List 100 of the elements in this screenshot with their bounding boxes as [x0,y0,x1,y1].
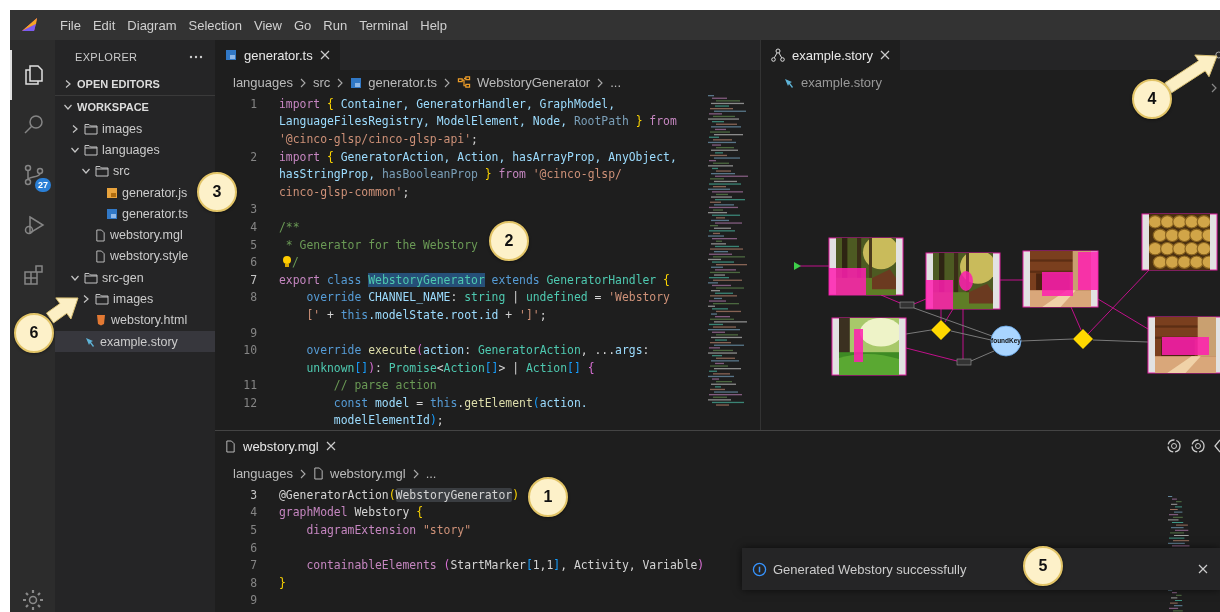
code-line: const model = this.getElement(action. [332,395,588,410]
menu-item[interactable]: View [247,17,288,33]
folder-icon [84,122,98,135]
app-logo-icon [20,17,40,33]
chevron-icon[interactable] [1210,82,1218,93]
line-number: 6 [249,540,257,555]
line-number: 7 [249,272,257,287]
breadcrumb-item[interactable]: webstory.mgl [330,466,406,481]
chevron-icon [336,77,345,88]
html-file-icon [95,314,107,327]
editor-tab[interactable]: generator.ts [215,40,340,70]
connector-line[interactable] [905,329,932,335]
breadcrumb-item[interactable]: ... [610,75,622,90]
more-icon[interactable] [189,54,203,59]
variable-node[interactable] [990,325,1022,357]
code-line: containableElements (StartMarker[1,1], Activity, Variable) [305,558,705,573]
menu-item[interactable]: Run [317,17,354,33]
scene-node[interactable] [831,317,907,376]
breadcrumb-item[interactable]: languages [233,466,293,481]
tree-item[interactable]: images [81,288,158,310]
scene-node[interactable] [1141,213,1218,271]
scene-node[interactable] [1022,250,1099,308]
breadcrumb-item[interactable]: generator.ts [368,75,437,90]
line-number: 7 [249,558,257,573]
code-line: } [279,575,286,590]
extensions-icon[interactable] [21,263,46,287]
chevron-icon[interactable] [63,102,73,112]
line-number: 9 [249,593,257,608]
code-line: cinco-glsp-common'; [279,184,410,199]
menu-item[interactable]: Edit [86,17,122,33]
info-icon [752,561,767,577]
chevron-icon [411,468,420,479]
tree-item[interactable]: generator.js [92,181,192,204]
scene-node[interactable] [1147,316,1220,374]
line-number: 1 [249,96,257,111]
connector-line[interactable] [880,294,901,304]
count-badge: 27 [35,178,51,192]
sync-icon[interactable] [1166,438,1182,454]
folder-icon [84,271,98,284]
file-icon [225,439,236,453]
file-icon [95,228,106,242]
settings-icon[interactable] [1214,48,1220,62]
tree-item[interactable]: webstory.style [81,245,193,268]
breadcrumb-item[interactable]: src [313,75,331,90]
line-number: 12 [242,395,257,410]
section-header[interactable]: WORKSPACE [55,96,215,118]
line-number: 8 [249,575,257,590]
menu-item[interactable]: Diagram [121,17,183,33]
code-line: '@cinco-glsp/cinco-glsp-api'; [279,132,478,146]
ts-file-icon [350,76,363,89]
editor-tab[interactable]: example.story [761,40,900,70]
breadcrumb-item[interactable]: ... [425,466,437,481]
ts-file-icon [225,49,237,61]
tree-item[interactable]: generator.ts [92,203,192,225]
menu-item[interactable]: Help [414,17,453,33]
close-icon[interactable] [319,50,330,60]
start-marker[interactable] [794,262,801,270]
scene-node[interactable] [925,252,1001,310]
decision-diamond[interactable] [1073,329,1093,349]
chevron-icon[interactable] [63,79,73,89]
menu-item[interactable]: Go [287,17,318,33]
breadcrumb-item[interactable]: example.story [801,75,882,90]
scene-node[interactable] [828,237,904,296]
line-number: 5 [249,237,257,252]
tree-item[interactable]: images [70,118,147,140]
connector-line[interactable] [1070,306,1082,331]
menu-item[interactable]: Selection [182,17,248,33]
section-header[interactable]: OPEN EDITORS [55,73,215,95]
lightbulb-icon[interactable] [282,255,292,270]
connector-line[interactable] [1087,269,1150,335]
breadcrumb-item[interactable]: WebstoryGenerator [477,75,591,90]
tree-item[interactable]: webstory.mgl [81,224,187,246]
chevron-icon [299,77,307,88]
decision-diamond[interactable] [931,320,951,340]
menu-item[interactable]: File [54,17,87,33]
menu-item[interactable]: Terminal [353,17,415,33]
code-line: @GeneratorAction(WebstoryGenerator) [279,487,520,502]
file-icon [313,467,324,480]
code-line: modelElementId); [332,413,444,428]
close-icon[interactable] [1198,564,1208,574]
tree-item[interactable]: example.story [55,330,215,353]
tree-item[interactable]: src [81,160,134,182]
line-number: 10 [242,343,257,358]
edge-label[interactable] [956,358,972,366]
code-line: hasStringProp, hasBooleanProp } from '@cinco-glsp/ [279,167,622,182]
close-icon[interactable] [879,50,890,60]
code-line: export class WebstoryGenerator extends GeneratorHandler { [279,272,670,287]
diagram-icon [771,48,785,62]
chevron-icon[interactable] [81,294,91,304]
tree-item[interactable]: src-gen [70,267,148,289]
code-line: graphModel Webstory { [279,505,423,520]
close-icon[interactable] [325,441,336,451]
sync-icon[interactable] [1190,438,1206,454]
chevron-icon[interactable] [70,123,80,134]
line-number: 8 [249,290,257,305]
line-number: 4 [249,219,257,234]
breadcrumb-item[interactable]: languages [233,75,293,90]
tree-item[interactable]: languages [70,139,164,161]
tree-item[interactable]: webstory.html [81,309,192,331]
code-line: import { Container, GeneratorHandler, GraphModel, [279,96,616,111]
